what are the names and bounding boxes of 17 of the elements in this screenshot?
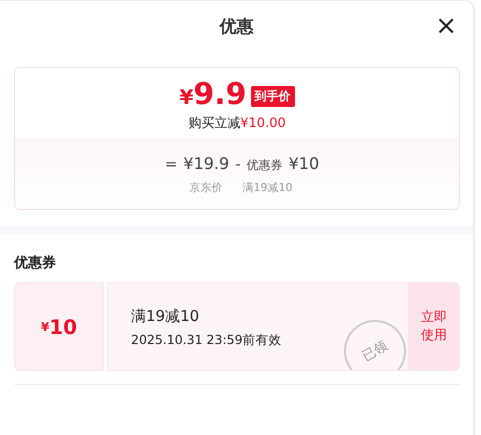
base-price-caption: 京东价: [190, 180, 222, 195]
coupon-label: 优惠券: [246, 157, 283, 174]
close-button[interactable]: ×: [435, 13, 457, 39]
coupon-condition: 满19减10: [131, 307, 200, 326]
equals-sign: =: [164, 155, 178, 173]
dialog-title: 优惠: [220, 16, 254, 38]
final-price: ¥9.9: [179, 78, 247, 114]
coupon-caption: 满19减10: [242, 180, 292, 195]
minus-sign: -: [235, 155, 241, 173]
use-now-button[interactable]: 立即使用: [408, 282, 460, 371]
coupon-validity: 2025.10.31 23:59前有效: [131, 332, 282, 349]
base-price: ¥19.9: [183, 154, 230, 173]
section-heading: 优惠券: [14, 254, 57, 272]
final-price-badge: 到手价: [250, 86, 295, 106]
saving-text: 购买立减¥10.00: [188, 115, 286, 132]
coupon-value: ¥10: [288, 154, 320, 173]
coupon-amount: ¥10: [14, 282, 104, 371]
